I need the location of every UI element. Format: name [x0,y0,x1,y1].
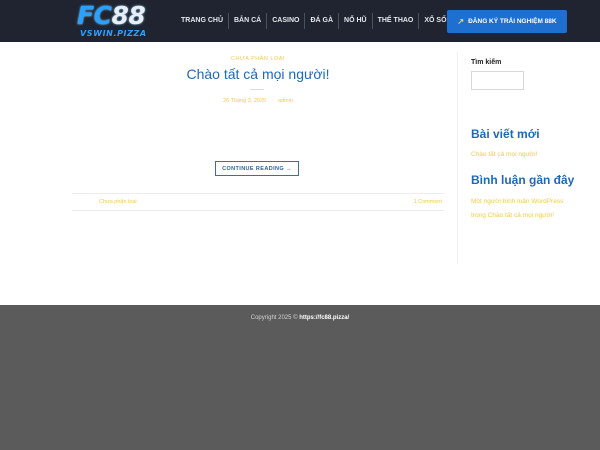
nav-item-the-thao[interactable]: Thể thao [373,13,420,29]
nav-item-no-hu[interactable]: Nổ hũ [339,13,373,29]
post-category[interactable]: Chưa phân loại [200,56,316,62]
copyright-text: Copyright 2025 © https://fc88.pizza/ [0,315,600,321]
post-footer-category[interactable]: Chưa phân loại [99,199,137,205]
meta-separator: · [271,98,273,104]
sidebar-divider [457,52,458,264]
comment-post-link[interactable]: Chào tất cả mọi người! [488,212,554,219]
search-label: Tìm kiếm [471,59,502,66]
main-nav: Trang chủ Bắn cá Casino Đá gà Nổ hũ Thể … [176,13,452,29]
copyright-prefix: Copyright 2025 © [250,315,298,321]
continue-reading-button[interactable]: Continue reading → [215,161,299,176]
post-comments-link[interactable]: 1 Comment [414,199,442,205]
recent-post-link[interactable]: Chào tất cả mọi người! [471,151,537,158]
search-input[interactable] [471,71,524,90]
rocket-icon: ↗ [457,17,465,26]
nav-item-da-ga[interactable]: Đá gà [305,13,340,29]
recent-posts-title: Bài viết mới [471,127,540,141]
register-button-label: Đăng ký trải nghiệm 88K [468,18,557,25]
logo-subtitle: VSWIN.PIZZA [80,29,147,38]
post-title[interactable]: Chào tất cả mọi người! [150,66,366,82]
title-divider [250,89,264,90]
post-date[interactable]: 26 Tháng 3, 2025 [223,98,266,104]
nav-item-ban-ca[interactable]: Bắn cá [229,13,268,29]
nav-item-casino[interactable]: Casino [267,13,306,29]
register-button[interactable]: ↗ Đăng ký trải nghiệm 88K [447,10,567,33]
comment-author-link[interactable]: Một người bình luận WordPress [471,198,563,205]
site-header: FC88 VSWIN.PIZZA Trang chủ Bắn cá Casino… [0,0,600,42]
recent-comment-item: Một người bình luận WordPress trong Chào… [471,195,575,223]
site-logo[interactable]: FC88 VSWIN.PIZZA [77,1,163,39]
nav-item-trang-chu[interactable]: Trang chủ [176,13,229,29]
recent-comments-title: Bình luận gần đây [471,173,575,187]
comment-separator: trong [471,212,486,219]
post-meta: 26 Tháng 3, 2025 · admin [200,98,316,104]
logo-wordmark: FC88 [77,1,146,30]
post-footer: Chưa phân loại 1 Comment [72,193,444,211]
copyright-site-link[interactable]: https://fc88.pizza/ [299,315,349,321]
post-author[interactable]: admin [278,98,293,104]
site-footer: Copyright 2025 © https://fc88.pizza/ [0,305,600,450]
